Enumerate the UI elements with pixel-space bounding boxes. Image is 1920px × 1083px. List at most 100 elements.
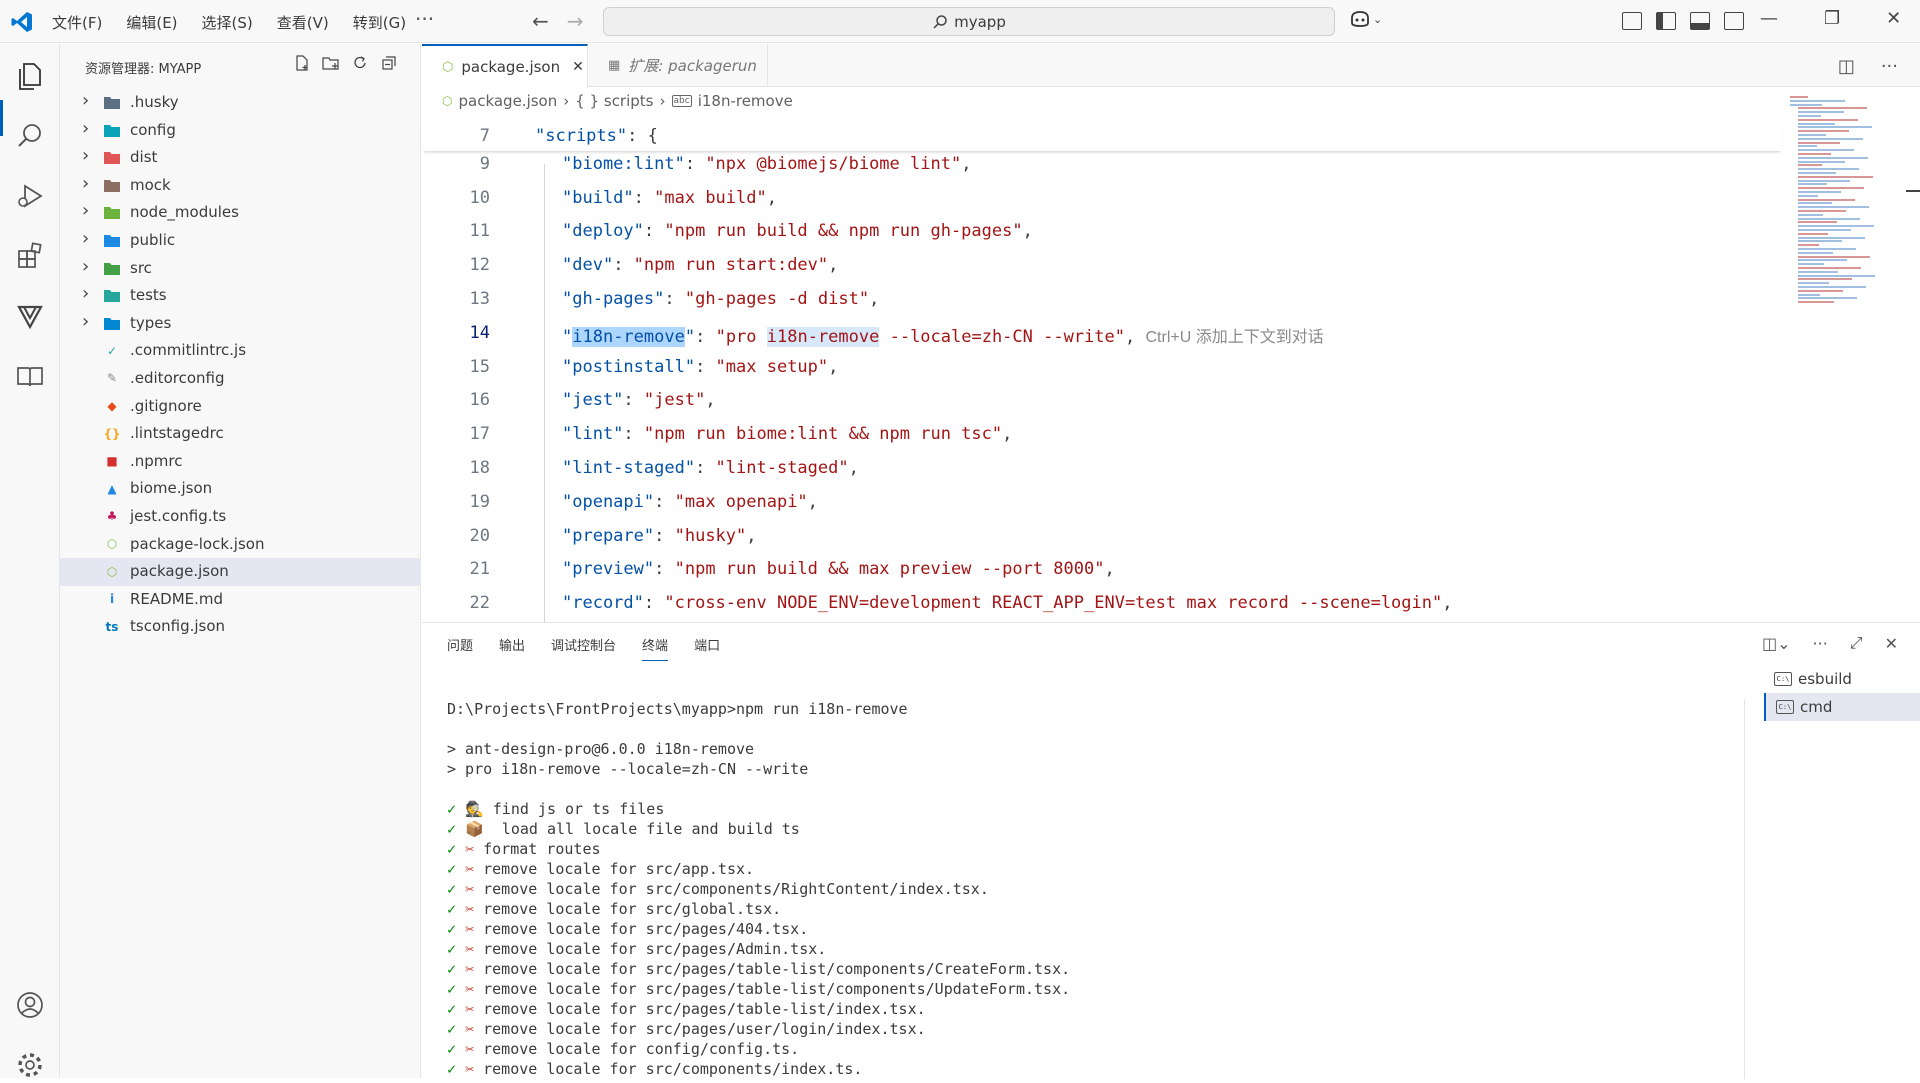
terminal-output[interactable]: D:\Projects\FrontProjects\myapp>npm run … xyxy=(447,699,1747,1079)
menu-view[interactable]: 查看(V) xyxy=(277,12,329,33)
toggle-primary-sidebar-icon[interactable] xyxy=(1656,12,1676,30)
code-line[interactable]: 15 "postinstall": "max setup", xyxy=(422,351,1782,385)
menu-go[interactable]: 转到(G) xyxy=(353,12,406,33)
folder-item[interactable]: › tests xyxy=(60,282,421,310)
tab-terminal[interactable]: 终端 xyxy=(642,635,669,661)
menu-file[interactable]: 文件(F) xyxy=(52,12,102,33)
code-line[interactable]: 22 "record": "cross-env NODE_ENV=developm… xyxy=(422,587,1782,621)
split-terminal-icon[interactable]: ◫⌄ xyxy=(1762,634,1791,653)
json-key: "deploy" xyxy=(562,221,644,242)
command-center-search[interactable]: myapp xyxy=(603,7,1335,36)
file-item[interactable]: i README.md xyxy=(60,586,421,614)
minimap-line xyxy=(1798,111,1844,114)
restore-icon[interactable]: ❐ xyxy=(1824,8,1840,29)
folder-item[interactable]: › config xyxy=(60,117,421,145)
code-line[interactable]: 17 "lint": "npm run biome:lint && npm run… xyxy=(422,418,1782,452)
code-line[interactable]: 13 "gh-pages": "gh-pages -d dist", xyxy=(422,283,1782,317)
file-item[interactable]: ✓ .commitlintrc.js xyxy=(60,337,421,365)
sticky-scroll-line[interactable]: 7 "scripts": { xyxy=(422,118,1782,151)
editor-more-icon[interactable]: ··· xyxy=(1881,56,1898,77)
folder-item[interactable]: › node_modules xyxy=(60,199,421,227)
book-icon[interactable] xyxy=(12,358,48,394)
file-name: biome.json xyxy=(130,479,213,498)
log-text: load all locale file and build ts xyxy=(483,820,800,838)
code-line[interactable]: 18 "lint-staged": "lint-staged", xyxy=(422,452,1782,486)
breadcrumb-file[interactable]: package.json xyxy=(458,92,557,110)
minimap-line xyxy=(1798,286,1866,288)
minimap-line xyxy=(1798,160,1845,163)
split-editor-icon[interactable]: ◫ xyxy=(1838,56,1855,77)
file-item[interactable]: ⬡ package.json xyxy=(60,558,421,586)
code-line[interactable]: 10 "build": "max build", xyxy=(422,182,1782,216)
maximize-panel-icon[interactable]: ⤢ xyxy=(1850,633,1863,653)
search-view-icon[interactable] xyxy=(12,118,48,154)
tab-package-json[interactable]: ⬡ package.json ✕ xyxy=(422,44,588,88)
folder-item[interactable]: › src xyxy=(60,255,421,283)
json-value: "lint-staged" xyxy=(715,458,849,478)
back-arrow-icon[interactable]: ← xyxy=(532,9,549,33)
log-text: remove locale for src/global.tsx. xyxy=(474,900,782,918)
copilot-button[interactable]: ⌄ xyxy=(1349,10,1382,28)
terminal-instance-esbuild[interactable]: C:\ esbuild xyxy=(1764,665,1920,693)
close-panel-icon[interactable]: ✕ xyxy=(1885,634,1898,653)
folder-item[interactable]: › dist xyxy=(60,144,421,172)
minimap[interactable] xyxy=(1790,96,1900,316)
folder-item[interactable]: › .husky xyxy=(60,89,421,117)
breadcrumb-key[interactable]: i18n-remove xyxy=(698,92,793,110)
close-window-icon[interactable]: ✕ xyxy=(1886,8,1901,29)
toggle-secondary-sidebar-icon[interactable] xyxy=(1724,12,1744,30)
file-item[interactable]: ▲ biome.json xyxy=(60,475,421,503)
check-icon: ✓ xyxy=(447,900,457,918)
tab-output[interactable]: 输出 xyxy=(499,635,525,661)
file-item[interactable]: ⬡ package-lock.json xyxy=(60,531,421,559)
account-icon[interactable] xyxy=(12,987,48,1023)
folder-item[interactable]: › mock xyxy=(60,172,421,200)
tab-extension-packagerun[interactable]: ▦ 扩展: packagerun xyxy=(588,44,768,87)
menu-edit[interactable]: 编辑(E) xyxy=(126,12,177,33)
new-file-icon[interactable] xyxy=(293,54,311,72)
file-item[interactable]: ♣ jest.config.ts xyxy=(60,503,421,531)
inline-hint: Ctrl+U 添加上下文到对话 xyxy=(1145,328,1324,346)
tab-debug-console[interactable]: 调试控制台 xyxy=(551,635,616,661)
json-key: "gh-pages" xyxy=(562,289,665,309)
code-line[interactable]: 19 "openapi": "max openapi", xyxy=(422,486,1782,520)
refresh-icon[interactable] xyxy=(351,54,369,72)
toggle-panel-icon[interactable] xyxy=(1690,12,1710,30)
tab-problems[interactable]: 问题 xyxy=(447,635,473,661)
run-debug-icon[interactable] xyxy=(12,178,48,214)
code-line[interactable]: 11 "deploy": "npm run build && npm run gh… xyxy=(422,215,1782,249)
title-bar: 文件(F) 编辑(E) 选择(S) 查看(V) 转到(G) ··· ← → my… xyxy=(0,0,1920,43)
customize-layout-icon[interactable] xyxy=(1622,12,1642,30)
file-item[interactable]: ◆ .gitignore xyxy=(60,393,421,421)
minimize-icon[interactable]: — xyxy=(1760,8,1778,29)
file-item[interactable]: ✎ .editorconfig xyxy=(60,365,421,393)
code-line[interactable]: 20 "prepare": "husky", xyxy=(422,520,1782,554)
code-line[interactable]: 9 "biome:lint": "npx @biomejs/biome lint"… xyxy=(422,148,1782,182)
string-symbol-icon: abc xyxy=(671,95,692,107)
testing-flask-icon[interactable] xyxy=(12,298,48,334)
breadcrumb-scripts[interactable]: { } scripts xyxy=(575,92,653,110)
code-line[interactable]: 12 "dev": "npm run start:dev", xyxy=(422,249,1782,283)
close-tab-icon[interactable]: ✕ xyxy=(572,59,584,75)
code-line[interactable]: 14 "i18n-remove": "pro i18n-remove --loca… xyxy=(422,317,1782,351)
explorer-icon[interactable] xyxy=(12,58,48,94)
panel-more-icon[interactable]: ··· xyxy=(1813,634,1828,653)
file-item[interactable]: {} .lintstagedrc xyxy=(60,420,421,448)
file-item[interactable]: ts tsconfig.json xyxy=(60,613,421,641)
extensions-icon[interactable] xyxy=(12,238,48,274)
terminal-instance-cmd[interactable]: C:\ cmd xyxy=(1764,693,1920,721)
tab-label: package.json xyxy=(461,58,561,76)
json-value: "npx @biomejs/biome lint" xyxy=(705,153,962,174)
new-folder-icon[interactable] xyxy=(322,54,340,72)
more-menu-button[interactable]: ··· xyxy=(415,7,434,31)
breadcrumb: ⬡ package.json › { } scripts › abc i18n-… xyxy=(442,92,793,110)
code-line[interactable]: 16 "jest": "jest", xyxy=(422,384,1782,418)
folder-item[interactable]: › types xyxy=(60,310,421,338)
code-line[interactable]: 21 "preview": "npm run build && max previ… xyxy=(422,553,1782,587)
file-item[interactable]: ■ .npmrc xyxy=(60,448,421,476)
folder-item[interactable]: › public xyxy=(60,227,421,255)
forward-arrow-icon[interactable]: → xyxy=(567,9,584,33)
tab-ports[interactable]: 端口 xyxy=(694,635,720,661)
collapse-all-icon[interactable] xyxy=(380,54,398,72)
menu-selection[interactable]: 选择(S) xyxy=(202,12,253,33)
